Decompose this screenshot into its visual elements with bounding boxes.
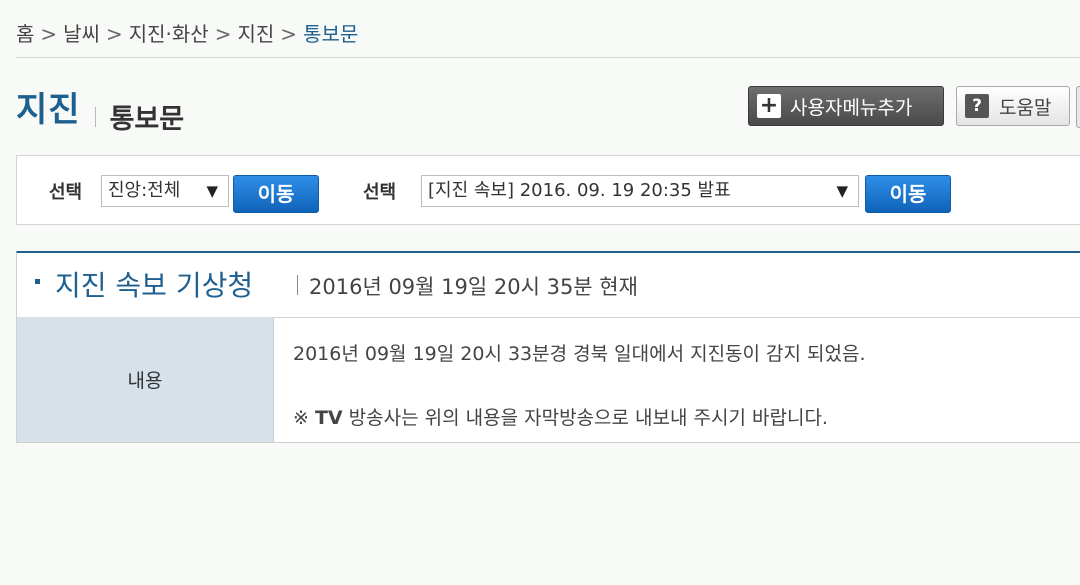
partial-button-edge[interactable] xyxy=(1076,86,1080,128)
help-label: 도움말 xyxy=(999,96,1052,119)
breadcrumb-weather[interactable]: 날씨 xyxy=(63,22,100,46)
title-divider xyxy=(94,106,96,127)
question-icon: ? xyxy=(965,94,989,118)
bulletin-content-line2: ※ TV 방송사는 위의 내용을 자막방송으로 내보내 주시기 바랍니다. xyxy=(293,403,828,430)
breadcrumb: 홈 > 날씨 > 지진·화산 > 지진 > 통보문 xyxy=(16,18,358,47)
note-text: 방송사는 위의 내용을 자막방송으로 내보내 주시기 바랍니다. xyxy=(342,407,828,429)
breadcrumb-separator: > xyxy=(40,22,58,46)
dropdown-arrow-icon: ▼ xyxy=(836,182,848,200)
go-button-epicenter[interactable]: 이동 xyxy=(233,175,319,213)
page-title-sub: 통보문 xyxy=(109,104,185,135)
bulletin-content-line1: 2016년 09월 19일 20시 33분경 경북 일대에서 지진동이 감지 되… xyxy=(293,343,866,365)
breadcrumb-separator: > xyxy=(280,22,298,46)
help-button[interactable]: ? 도움말 xyxy=(956,86,1070,126)
bulletin-timestamp: 2016년 09월 19일 20시 35분 현재 xyxy=(309,275,638,299)
breadcrumb-separator: > xyxy=(105,22,123,46)
breadcrumb-separator: > xyxy=(214,22,232,46)
page-title-main: 지진 xyxy=(16,90,81,130)
epicenter-select-value: 진앙:전체 xyxy=(108,180,181,201)
bulletin-panel: 지진 속보 기상청 2016년 09월 19일 20시 35분 현재 내용 20… xyxy=(16,251,1080,443)
note-mark: ※ xyxy=(293,407,315,429)
title-divider xyxy=(297,275,298,295)
filter-label-bulletin: 선택 xyxy=(363,182,397,203)
dropdown-arrow-icon: ▼ xyxy=(206,182,218,200)
page-title: 지진 통보문 xyxy=(16,82,184,136)
add-user-menu-label: 사용자메뉴추가 xyxy=(790,96,913,119)
divider xyxy=(16,57,1080,58)
breadcrumb-earthquake-volcano[interactable]: 지진·화산 xyxy=(129,22,209,46)
go-button-bulletin[interactable]: 이동 xyxy=(865,175,951,213)
bullet-icon xyxy=(35,279,40,284)
tv-text: TV xyxy=(314,407,343,429)
breadcrumb-earthquake[interactable]: 지진 xyxy=(237,22,274,46)
filter-bar: 선택 진앙:전체 ▼ 이동 선택 [지진 속보] 2016. 09. 19 20… xyxy=(16,155,1080,225)
filter-label-epicenter: 선택 xyxy=(49,182,83,203)
add-user-menu-button[interactable]: + 사용자메뉴추가 xyxy=(748,86,944,126)
bulletin-select[interactable]: [지진 속보] 2016. 09. 19 20:35 발표 ▼ xyxy=(421,175,859,207)
breadcrumb-current: 통보문 xyxy=(303,22,359,46)
breadcrumb-home[interactable]: 홈 xyxy=(16,22,34,46)
bulletin-header: 지진 속보 기상청 2016년 09월 19일 20시 35분 현재 xyxy=(17,253,1080,318)
bulletin-title: 지진 속보 기상청 xyxy=(55,269,254,302)
content-label-text: 내용 xyxy=(127,370,163,392)
content-label: 내용 xyxy=(17,317,274,442)
plus-icon: + xyxy=(757,94,781,118)
epicenter-select[interactable]: 진앙:전체 ▼ xyxy=(101,175,229,207)
bulletin-select-value: [지진 속보] 2016. 09. 19 20:35 발표 xyxy=(428,180,731,201)
